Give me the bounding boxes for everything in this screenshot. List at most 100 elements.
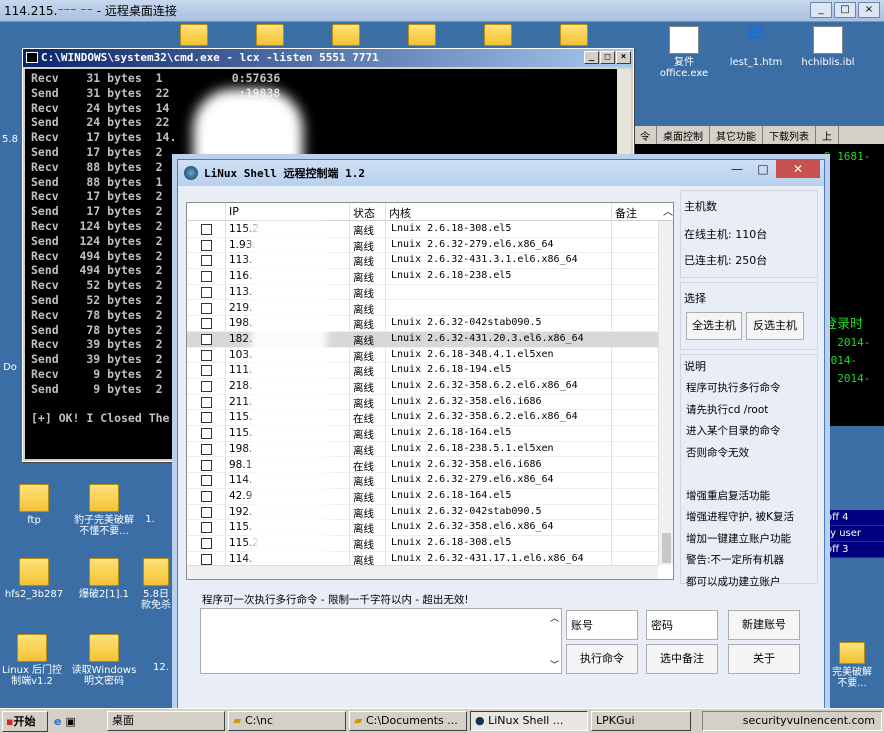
host-checkbox[interactable] [201,506,212,518]
host-ip: 182. [229,332,253,345]
cmd-close-button[interactable]: × [616,51,631,64]
host-checkbox[interactable] [201,553,212,565]
shell-title-bar[interactable]: LiNux Shell 远程控制端 1.2 — □ ✕ [178,160,824,186]
host-checkbox[interactable] [201,396,212,408]
shell-maximize-button[interactable]: □ [750,160,776,178]
shell-close-button[interactable]: ✕ [776,160,820,178]
task-linux-shell[interactable]: ● LiNux Shell ... [470,711,588,731]
desktop-icon-htm[interactable]: e lest_1.htm [720,22,792,68]
desktop-icon-linux-backdoor[interactable]: Linux 后门控 制端v1.2 [0,634,68,687]
host-checkbox[interactable] [201,475,212,487]
task-documents[interactable]: ▰ C:\Documents ... [349,711,467,731]
column-note[interactable]: 备注 [615,205,637,221]
host-checkbox[interactable] [201,365,212,377]
desktop-icon-58[interactable]: 5.8日 款免杀 [136,558,176,611]
task-nc[interactable]: ▰ C:\nc [228,711,346,731]
user-list-item[interactable]: ry user [822,526,884,542]
tab-command[interactable]: 令 [634,126,657,144]
tab-up[interactable]: 上 [816,126,839,144]
desktop-icon-hfs[interactable]: hfs2_3b287 [0,558,70,600]
host-status: 离线 [353,382,374,394]
desktop-icon-58b[interactable]: 5.8 [0,134,20,145]
host-status: 离线 [353,429,374,442]
host-checkbox[interactable] [201,302,212,314]
scroll-up-icon[interactable]: ︿ [663,203,673,218]
cmd-minimize-button[interactable]: _ [584,51,599,64]
column-status[interactable]: 状态 [353,205,375,221]
host-checkbox[interactable] [201,318,212,330]
host-checkbox[interactable] [201,255,212,267]
host-checkbox[interactable] [201,490,212,502]
cmd-maximize-button[interactable]: □ [600,51,615,64]
select-all-button[interactable]: 全选主机 [686,312,742,340]
host-checkbox[interactable] [201,459,212,471]
folder-icon [89,634,119,662]
shell-minimize-button[interactable]: — [724,160,750,178]
tab-desktop-control[interactable]: 桌面控制 [657,126,710,144]
tab-other[interactable]: 其它功能 [710,126,763,144]
desktop-icon-12[interactable]: 12. [146,662,176,673]
account-field[interactable]: 账号 [566,610,638,640]
rdp-close-button[interactable]: × [858,2,880,18]
host-checkbox[interactable] [201,381,212,392]
desktop-icon-label: 5.8日 款免杀 [141,589,171,611]
selected-note-button[interactable]: 选中备注 [646,644,718,674]
host-checkbox[interactable] [201,538,212,549]
task-lpkgui[interactable]: LPKGui [591,711,691,731]
host-checkbox[interactable] [201,522,212,534]
desktop-icon-office[interactable]: 复件 office.exe [648,26,720,79]
host-checkbox[interactable] [201,271,212,283]
rdp-maximize-button[interactable]: □ [834,2,856,18]
invert-select-button[interactable]: 反选主机 [746,312,804,340]
host-checkbox[interactable] [201,333,212,345]
start-label: 开始 [13,714,36,728]
tab-downloads[interactable]: 下载列表 [763,126,816,144]
desktop-icon-1[interactable]: 1. [130,514,170,525]
scroll-down-icon[interactable]: ﹀ [550,658,559,671]
user-list-item[interactable]: off 3 [822,542,884,558]
host-table[interactable]: IP 状态 内核 备注 ︿ 115.2 离线 Lnuix 2.6.18-308.el… [186,202,674,580]
execute-command-button[interactable]: 执行命令 [566,644,638,674]
column-kernel[interactable]: 内核 [389,205,411,221]
table-vscrollbar[interactable] [658,221,673,565]
desktop-icon-blast[interactable]: 爆破2[1].1 [68,558,140,600]
host-checkbox[interactable] [201,224,212,235]
new-account-button[interactable]: 新建账号 [728,610,800,640]
host-ip: 42.9 [229,489,253,502]
column-ip[interactable]: IP [229,205,239,218]
task-desktop[interactable]: 桌面 [107,711,225,731]
desktop-icon-do[interactable]: Do [0,362,20,373]
user-list-item[interactable]: off 4 [822,510,884,526]
command-input[interactable]: ︿ ﹀ [200,608,562,674]
cmd-title-bar[interactable]: C:\WINDOWS\system32\cmd.exe - lcx -liste… [23,49,633,67]
password-field[interactable]: 密码 [646,610,718,640]
host-checkbox[interactable] [201,428,212,440]
rdp-minimize-button[interactable]: _ [810,2,832,18]
scroll-up-icon[interactable]: ︿ [550,611,559,624]
desktop-icon-ftp[interactable]: ftp [0,484,70,526]
host-checkbox[interactable] [201,349,212,361]
note-line: 增强重启复活功能 [686,489,770,502]
host-checkbox[interactable] [201,443,212,455]
host-status: 离线 [353,256,374,269]
host-checkbox[interactable] [201,286,212,298]
host-checkbox[interactable] [201,412,212,424]
desktop-icon[interactable]: ▣ [65,715,75,728]
start-button[interactable]: ▪开始 [2,710,48,732]
desktop-icon-windows-pass[interactable]: 读取Windows 明文密码 [68,634,140,687]
system-tray: securityvulnencent.com [702,711,882,731]
app-icon [184,166,198,180]
ie-icon[interactable]: e [54,715,61,728]
shell-title: LiNux Shell 远程控制端 1.2 [204,167,365,180]
host-checkbox[interactable] [201,239,212,251]
desktop-icon-crack-right[interactable]: 完美破解 不要... [822,642,882,689]
note-line: 程序可执行多行命令 [686,382,781,394]
host-kernel: Lnuix 2.6.32-042stab090.5 [391,317,542,329]
scroll-thumb[interactable] [662,533,671,563]
desktop-top-icons [180,24,620,50]
about-button[interactable]: 关于 [728,644,800,674]
host-status: 离线 [353,476,374,489]
table-hscrollbar[interactable] [187,565,658,579]
desktop-icon-crack[interactable]: 豹子完美破解 不懂不要... [68,484,140,537]
desktop-icon-ibl[interactable]: hchiblis.ibl [792,26,864,68]
